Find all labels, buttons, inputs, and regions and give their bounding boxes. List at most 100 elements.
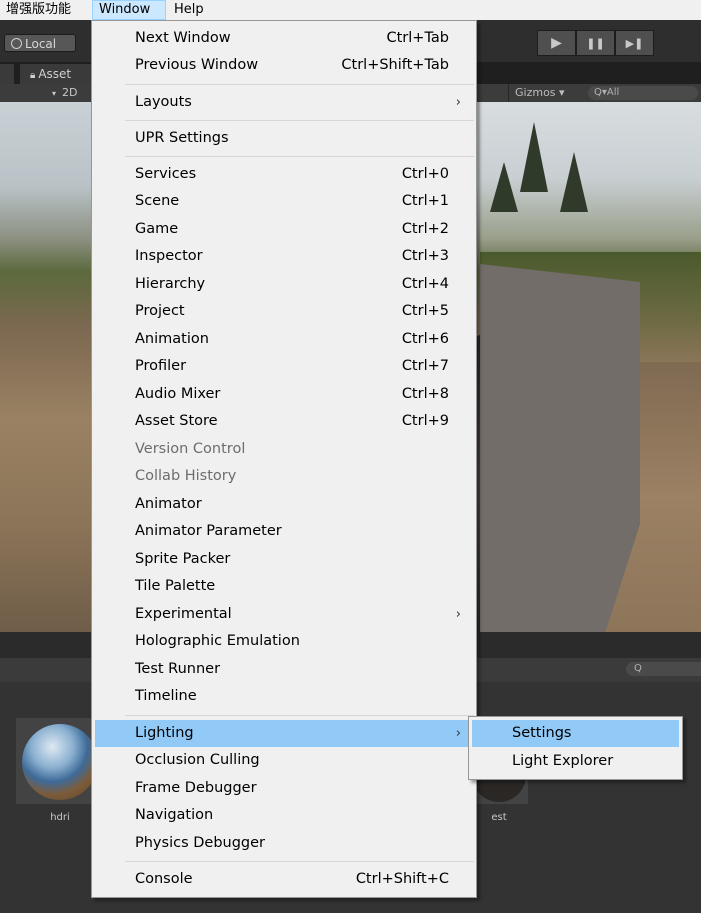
- menu-item-profiler[interactable]: Profiler Ctrl+7: [95, 353, 473, 380]
- menu-item-navigation[interactable]: Navigation: [95, 802, 473, 829]
- menu-item-label: Services: [135, 166, 197, 182]
- mode-2d-label: 2D: [62, 86, 78, 99]
- menu-item-label: Hierarchy: [135, 276, 206, 292]
- asset-tab-label: Asset: [38, 67, 72, 81]
- pause-button[interactable]: ❚❚: [576, 30, 615, 56]
- menu-item-services[interactable]: Services Ctrl+0: [95, 161, 473, 188]
- menu-item-next-window[interactable]: Next Window Ctrl+Tab: [95, 25, 473, 52]
- menu-item-label: Collab History: [135, 468, 237, 484]
- scene-search-input[interactable]: Q▾All: [588, 86, 698, 100]
- menu-item-label: Previous Window: [135, 57, 259, 73]
- menu-item-occlusion-culling[interactable]: Occlusion Culling: [95, 747, 473, 774]
- menu-item-label: Tile Palette: [135, 578, 216, 594]
- submenu-item-settings[interactable]: Settings: [472, 720, 679, 747]
- menu-item-lighting[interactable]: Lighting ›: [95, 720, 473, 747]
- menu-item-upr-settings[interactable]: UPR Settings: [95, 125, 473, 152]
- play-button[interactable]: ▶: [537, 30, 576, 56]
- menu-item-shortcut: Ctrl+Shift+C: [355, 871, 449, 887]
- menu-item-layouts[interactable]: Layouts ›: [95, 89, 473, 116]
- project-search-input[interactable]: Q: [626, 662, 701, 676]
- toggle-2d-button[interactable]: ▾ 2D: [44, 84, 90, 102]
- menu-item-label: Project: [135, 303, 185, 319]
- menu-help[interactable]: Help: [168, 0, 210, 20]
- menu-item-asset-store[interactable]: Asset Store Ctrl+9: [95, 408, 473, 435]
- pause-icon: ❚❚: [586, 37, 605, 50]
- menu-item-label: Scene: [135, 193, 180, 209]
- submenu-item-light-explorer[interactable]: Light Explorer: [472, 748, 679, 775]
- chevron-right-icon: ›: [455, 726, 461, 741]
- menu-item-shortcut: Ctrl+4: [401, 276, 449, 292]
- menu-item-label: Animator Parameter: [135, 523, 282, 539]
- play-controls: ▶ ❚❚ ▶❚: [537, 30, 655, 56]
- menu-item-animator[interactable]: Animator: [95, 491, 473, 518]
- menu-item-label: Animation: [135, 331, 209, 347]
- menu-item-version-control: Version Control: [95, 436, 473, 463]
- tree-shape: [490, 162, 518, 212]
- play-icon: ▶: [551, 35, 562, 51]
- menu-item-audio-mixer[interactable]: Audio Mixer Ctrl+8: [95, 381, 473, 408]
- menu-item-sprite-packer[interactable]: Sprite Packer: [95, 546, 473, 573]
- cube-object[interactable]: [480, 264, 640, 632]
- menu-item-scene[interactable]: Scene Ctrl+1: [95, 188, 473, 215]
- menu-item-shortcut: Ctrl+1: [401, 193, 449, 209]
- step-button[interactable]: ▶❚: [615, 30, 654, 56]
- menu-item-tile-palette[interactable]: Tile Palette: [95, 573, 473, 600]
- menu-item-label: Experimental: [135, 606, 232, 622]
- menu-item-shortcut: Ctrl+6: [401, 331, 449, 347]
- menu-item-hierarchy[interactable]: Hierarchy Ctrl+4: [95, 271, 473, 298]
- menu-item-label: UPR Settings: [135, 130, 229, 146]
- menu-item-label: Game: [135, 221, 179, 237]
- menu-item-label: Occlusion Culling: [135, 752, 260, 768]
- menu-item-shortcut: Ctrl+Shift+Tab: [341, 57, 449, 73]
- menu-item-shortcut: Ctrl+8: [401, 386, 449, 402]
- menu-item-label: Sprite Packer: [135, 551, 231, 567]
- window-menu: Next Window Ctrl+Tab Previous Window Ctr…: [91, 20, 477, 898]
- menu-item-label: Physics Debugger: [135, 835, 266, 851]
- menu-item-label: Holographic Emulation: [135, 633, 300, 649]
- menu-item-shortcut: Ctrl+3: [401, 248, 449, 264]
- hdri-preview: [22, 724, 98, 800]
- menu-window[interactable]: Window: [92, 0, 166, 20]
- menu-item-animator-parameter[interactable]: Animator Parameter: [95, 518, 473, 545]
- menu-item-experimental[interactable]: Experimental ›: [95, 601, 473, 628]
- menu-item-project[interactable]: Project Ctrl+5: [95, 298, 473, 325]
- menu-item-label: Frame Debugger: [135, 780, 257, 796]
- menu-item-collab-history: Collab History: [95, 463, 473, 490]
- menu-item-label: Navigation: [135, 807, 214, 823]
- local-label: Local: [25, 37, 57, 51]
- gizmos-dropdown[interactable]: Gizmos ▾: [508, 84, 582, 102]
- menu-item-shortcut: Ctrl+5: [401, 303, 449, 319]
- menu-separator: [125, 84, 474, 85]
- menu-item-timeline[interactable]: Timeline: [95, 683, 473, 710]
- menu-item-label: Lighting: [135, 725, 194, 741]
- menu-item-test-runner[interactable]: Test Runner: [95, 656, 473, 683]
- pivot-local-button[interactable]: Local: [4, 34, 76, 52]
- menu-item-game[interactable]: Game Ctrl+2: [95, 216, 473, 243]
- submenu-item-label: Light Explorer: [512, 753, 614, 769]
- menu-item-label: Asset Store: [135, 413, 218, 429]
- menubar: 增强版功能 Window Help: [0, 0, 701, 20]
- menu-item-label: Animator: [135, 496, 202, 512]
- menu-item-label: Timeline: [135, 688, 197, 704]
- menu-item-inspector[interactable]: Inspector Ctrl+3: [95, 243, 473, 270]
- tab-asset-store[interactable]: 🔒︎ Asset: [20, 64, 92, 84]
- menu-item-shortcut: Ctrl+9: [401, 413, 449, 429]
- menu-item-animation[interactable]: Animation Ctrl+6: [95, 326, 473, 353]
- menu-item-label: Version Control: [135, 441, 246, 457]
- menu-enhanced-features[interactable]: 增强版功能: [0, 0, 77, 20]
- tree-shape: [560, 152, 588, 212]
- menu-item-physics-debugger[interactable]: Physics Debugger: [95, 830, 473, 857]
- menu-item-label: Profiler: [135, 358, 187, 374]
- menu-separator: [125, 861, 474, 862]
- menu-item-console[interactable]: Console Ctrl+Shift+C: [95, 866, 473, 893]
- menu-item-frame-debugger[interactable]: Frame Debugger: [95, 775, 473, 802]
- chevron-right-icon: ›: [455, 607, 461, 622]
- tab-scene[interactable]: [0, 64, 14, 84]
- menu-item-shortcut: Ctrl+0: [401, 166, 449, 182]
- chevron-down-icon: ▾: [52, 89, 57, 98]
- menu-item-label: Console: [135, 871, 193, 887]
- menu-item-previous-window[interactable]: Previous Window Ctrl+Shift+Tab: [95, 52, 473, 79]
- asset-name: est: [491, 812, 507, 823]
- menu-item-label: Inspector: [135, 248, 203, 264]
- menu-item-holographic-emulation[interactable]: Holographic Emulation: [95, 628, 473, 655]
